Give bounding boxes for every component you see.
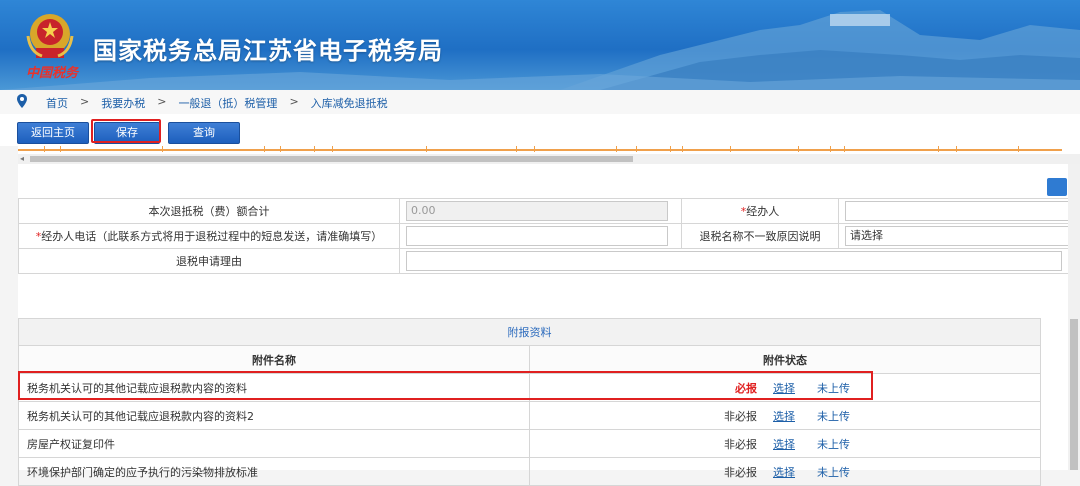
back-home-button[interactable]: 返回主页 [17,122,89,144]
total-label: 本次退抵税（费）额合计 [18,198,400,224]
attachment-name: 环境保护部门确定的应予执行的污染物排放标准 [18,457,530,486]
select-link[interactable]: 选择 [773,438,795,451]
brand-text: 中国税务 [26,66,79,81]
breadcrumb-tax[interactable]: 我要办税 [101,95,145,111]
breadcrumb-refund-mgmt[interactable]: 一般退（抵）税管理 [178,95,277,111]
handler-input[interactable] [845,201,1080,221]
horizontal-scrollbar[interactable]: ◂ [18,154,1080,164]
query-button[interactable]: 查询 [168,122,240,144]
upload-status[interactable]: 未上传 [817,410,850,423]
breadcrumb-separator: > [157,95,167,108]
toolbar: 返回主页 保存 查询 [0,114,1080,146]
phone-label: 经办人电话（此联系方式将用于退税过程中的短息发送，请准确填写） [41,230,383,243]
reason-input[interactable] [406,251,1062,271]
site-header: 中国税务 国家税务总局江苏省电子税务局 [0,0,1080,90]
location-pin-icon [17,94,27,108]
upload-status[interactable]: 未上传 [817,438,850,451]
emblem-icon [26,14,74,58]
name-mismatch-label: 退税名称不一致原因说明 [681,223,839,249]
attachments-title: 附报资料 [18,318,1041,346]
table-row: 环境保护部门确定的应予执行的污染物排放标准 非必报 选择 未上传 [18,457,1041,486]
col-attachment-name: 附件名称 [18,345,530,374]
required-row-highlight [18,371,873,400]
breadcrumb-separator: > [80,95,90,108]
required-status: 非必报 [724,465,757,479]
save-highlight-box [91,119,161,143]
breadcrumb-current: 入库减免退抵税 [310,97,388,110]
attachment-name: 税务机关认可的其他记载应退税款内容的资料2 [18,401,530,430]
horizontal-scroll-thumb[interactable] [30,156,633,162]
upload-status[interactable]: 未上传 [817,466,850,479]
select-link[interactable]: 选择 [773,410,795,423]
mismatch-reason-select[interactable]: 请选择 [845,226,1080,246]
required-status: 非必报 [724,409,757,423]
reason-label: 退税申请理由 [18,248,400,274]
attachment-name: 房屋产权证复印件 [18,429,530,458]
refund-form: 本次退抵税（费）额合计 0.00 *经办人 *经办人电话（此联系方式将用于退税过… [18,198,1080,274]
scroll-left-icon[interactable]: ◂ [20,154,24,163]
site-title: 国家税务总局江苏省电子税务局 [93,37,443,65]
attachments-table: 附报资料 附件名称 附件状态 税务机关认可的其他记载应退税款内容的资料 必报 选择… [18,318,1041,486]
col-attachment-status: 附件状态 [529,345,1041,374]
grid-top-edge [18,146,1080,154]
select-link[interactable]: 选择 [773,466,795,479]
table-row: 房屋产权证复印件 非必报 选择 未上传 [18,429,1041,458]
breadcrumb: 首页 > 我要办税 > 一般退（抵）税管理 > 入库减免退抵税 [0,90,1080,115]
table-row: 税务机关认可的其他记载应退税款内容的资料2 非必报 选择 未上传 [18,401,1041,430]
total-amount-field: 0.00 [406,201,668,221]
vertical-scrollbar[interactable] [1068,164,1080,470]
phone-input[interactable] [406,226,668,246]
required-status: 非必报 [724,437,757,451]
breadcrumb-separator: > [289,95,299,108]
side-action-button[interactable] [1047,178,1067,196]
vertical-scroll-thumb[interactable] [1070,319,1078,470]
breadcrumb-home[interactable]: 首页 [46,95,68,111]
handler-label: 经办人 [746,205,780,218]
